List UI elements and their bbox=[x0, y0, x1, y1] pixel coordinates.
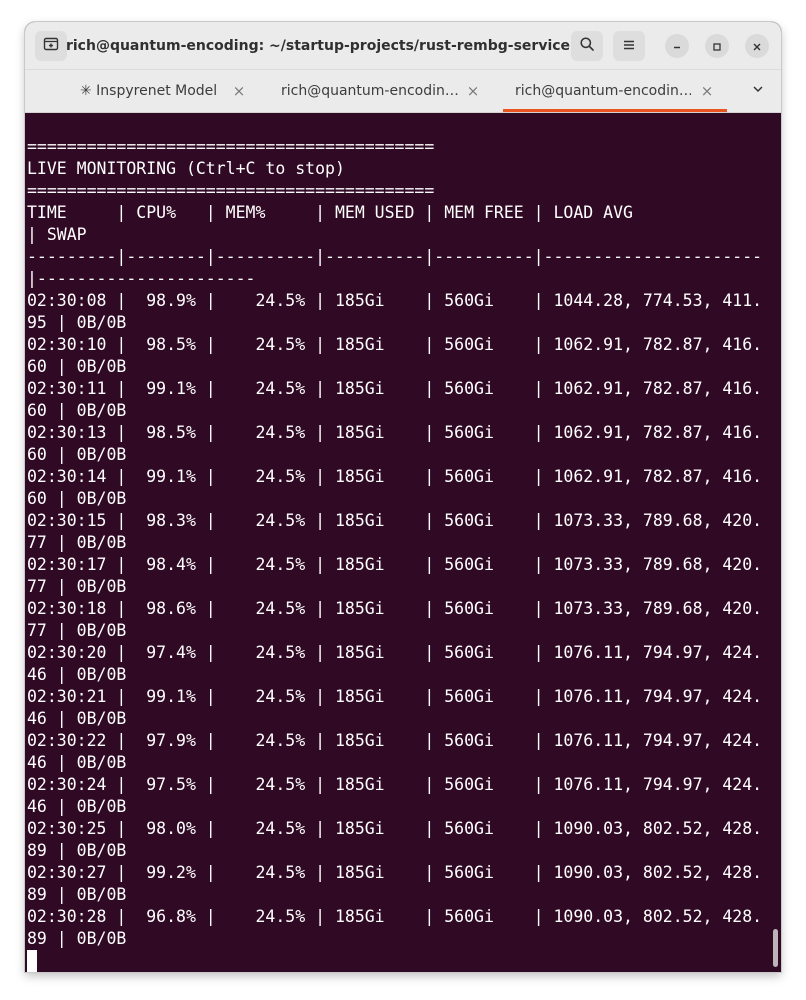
tab-inspyrenet-model[interactable]: ✳ Inspyrenet Model × bbox=[25, 70, 255, 112]
new-tab-icon bbox=[43, 36, 59, 56]
terminal-line: | SWAP bbox=[27, 225, 87, 244]
terminal-line: 77 | 0B/0B bbox=[27, 533, 127, 552]
terminal-line: TIME | CPU% | MEM% | MEM USED | MEM FREE… bbox=[27, 203, 633, 222]
terminal-line: 77 | 0B/0B bbox=[27, 577, 127, 596]
terminal-line: 02:30:14 | 99.1% | 24.5% | 185Gi | 560Gi… bbox=[27, 467, 763, 486]
terminal-line: 60 | 0B/0B bbox=[27, 489, 127, 508]
maximize-icon bbox=[712, 37, 722, 56]
minimize-icon bbox=[672, 37, 682, 56]
terminal-line: 60 | 0B/0B bbox=[27, 445, 127, 464]
terminal-line: 02:30:08 | 98.9% | 24.5% | 185Gi | 560Gi… bbox=[27, 291, 763, 310]
maximize-button[interactable] bbox=[705, 34, 729, 58]
terminal-line: 60 | 0B/0B bbox=[27, 357, 127, 376]
title-bar: rich@quantum-encoding: ~/startup-project… bbox=[25, 22, 781, 70]
menu-button[interactable] bbox=[613, 31, 645, 61]
chevron-down-icon bbox=[752, 83, 764, 99]
tab-label: ✳ Inspyrenet Model bbox=[80, 83, 218, 99]
tab-terminal-2[interactable]: rich@quantum-encodin… × bbox=[255, 70, 490, 112]
tab-terminal-3[interactable]: rich@quantum-encodin… × bbox=[503, 70, 727, 112]
new-tab-button[interactable] bbox=[35, 31, 67, 61]
terminal-line: 46 | 0B/0B bbox=[27, 665, 127, 684]
active-tab-indicator bbox=[503, 109, 727, 112]
terminal-line: 02:30:11 | 99.1% | 24.5% | 185Gi | 560Gi… bbox=[27, 379, 763, 398]
terminal-line: ========================================… bbox=[27, 181, 435, 200]
tab-label: rich@quantum-encodin… bbox=[281, 83, 459, 99]
terminal-line: 95 | 0B/0B bbox=[27, 313, 127, 332]
tab-overflow-button[interactable] bbox=[743, 70, 773, 112]
terminal-line: 46 | 0B/0B bbox=[27, 709, 127, 728]
terminal-window: rich@quantum-encoding: ~/startup-project… bbox=[25, 22, 781, 972]
search-icon bbox=[579, 36, 595, 56]
terminal-output[interactable]: ========================================… bbox=[25, 113, 767, 972]
search-button[interactable] bbox=[571, 31, 603, 61]
close-icon bbox=[752, 37, 762, 56]
terminal-line: 02:30:22 | 97.9% | 24.5% | 185Gi | 560Gi… bbox=[27, 731, 763, 750]
terminal-line: 02:30:15 | 98.3% | 24.5% | 185Gi | 560Gi… bbox=[27, 511, 763, 530]
terminal-line: 02:30:24 | 97.5% | 24.5% | 185Gi | 560Gi… bbox=[27, 775, 763, 794]
terminal-line: 02:30:20 | 97.4% | 24.5% | 185Gi | 560Gi… bbox=[27, 643, 763, 662]
terminal-line: 89 | 0B/0B bbox=[27, 929, 127, 948]
terminal-text: ========================================… bbox=[27, 136, 762, 972]
terminal-line: 02:30:13 | 98.5% | 24.5% | 185Gi | 560Gi… bbox=[27, 423, 763, 442]
terminal-line: ========================================… bbox=[27, 137, 435, 156]
terminal-line: 77 | 0B/0B bbox=[27, 621, 127, 640]
terminal-line: 02:30:28 | 96.8% | 24.5% | 185Gi | 560Gi… bbox=[27, 907, 763, 926]
terminal-line: ---------|--------|----------|----------… bbox=[27, 247, 763, 266]
tab-close-icon[interactable]: × bbox=[231, 83, 247, 99]
minimize-button[interactable] bbox=[665, 34, 689, 58]
terminal-line: 02:30:21 | 99.1% | 24.5% | 185Gi | 560Gi… bbox=[27, 687, 763, 706]
terminal-line: 02:30:27 | 99.2% | 24.5% | 185Gi | 560Gi… bbox=[27, 863, 763, 882]
text-cursor bbox=[27, 950, 37, 972]
terminal-line: 46 | 0B/0B bbox=[27, 753, 127, 772]
tab-close-icon[interactable]: × bbox=[465, 83, 481, 99]
terminal-line: 02:30:17 | 98.4% | 24.5% | 185Gi | 560Gi… bbox=[27, 555, 763, 574]
terminal-line: 60 | 0B/0B bbox=[27, 401, 127, 420]
terminal-line: 02:30:10 | 98.5% | 24.5% | 185Gi | 560Gi… bbox=[27, 335, 763, 354]
terminal-line: 02:30:25 | 98.0% | 24.5% | 185Gi | 560Gi… bbox=[27, 819, 763, 838]
scrollbar-thumb[interactable] bbox=[773, 929, 778, 967]
tab-close-icon[interactable]: × bbox=[699, 83, 715, 99]
tab-bar: ✳ Inspyrenet Model × rich@quantum-encodi… bbox=[25, 70, 781, 113]
terminal-line: 02:30:18 | 98.6% | 24.5% | 185Gi | 560Gi… bbox=[27, 599, 763, 618]
terminal-line: 89 | 0B/0B bbox=[27, 885, 127, 904]
prompt-line bbox=[27, 950, 762, 972]
terminal-line: 46 | 0B/0B bbox=[27, 797, 127, 816]
window-title: rich@quantum-encoding: ~/startup-project… bbox=[65, 37, 571, 54]
hamburger-menu-icon bbox=[622, 37, 636, 56]
terminal-line: |---------------------- bbox=[27, 269, 256, 288]
terminal-line: LIVE MONITORING (Ctrl+C to stop) bbox=[27, 159, 345, 178]
terminal-line: 89 | 0B/0B bbox=[27, 841, 127, 860]
close-window-button[interactable] bbox=[745, 34, 769, 58]
tab-label: rich@quantum-encodin… bbox=[515, 83, 691, 99]
